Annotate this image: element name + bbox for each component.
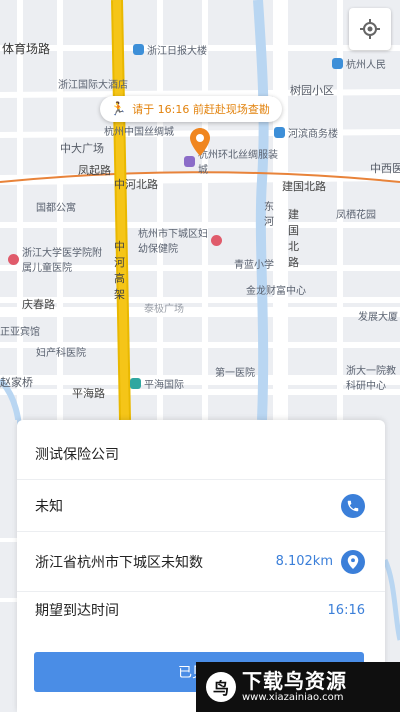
hospital-icon xyxy=(211,234,222,246)
row-contact[interactable]: 未知 xyxy=(17,480,385,532)
building-icon xyxy=(332,58,343,69)
watermark-url: www.xiazainiao.com xyxy=(242,692,344,703)
call-button[interactable] xyxy=(341,493,365,518)
label-zhonghe-beilu: 中河北路 xyxy=(114,178,158,191)
locate-button[interactable] xyxy=(349,8,391,50)
building-icon xyxy=(133,44,144,55)
label-pinghai-lu: 平海路 xyxy=(72,387,105,400)
row-address[interactable]: 浙江省杭州市下城区未知数 8.102km xyxy=(17,532,385,592)
runner-icon: 🏃 xyxy=(110,101,127,117)
map-pin-icon xyxy=(190,128,210,156)
watermark-title: 下载鸟资源 xyxy=(242,669,347,693)
poi-zhengya[interactable]: 正亚宾馆 xyxy=(0,323,40,338)
locate-icon xyxy=(360,19,380,39)
contact-name: 未知 xyxy=(35,498,63,515)
poi-hangzhou-hospital[interactable]: 杭州人民 xyxy=(332,56,386,71)
label-jianguo-beilu: 建国北路 xyxy=(282,180,326,193)
row-company: 测试保险公司 xyxy=(17,428,385,480)
poi-hebin[interactable]: 河滨商务楼 xyxy=(274,125,338,140)
poi-fazhan[interactable]: 发展大厦 xyxy=(358,308,398,323)
poi-zhejiang-univ[interactable]: 浙大一院教科研中心 xyxy=(346,362,398,392)
expected-time-value: 16:16 xyxy=(327,602,365,618)
poi-jinlong[interactable]: 金龙财富中心 xyxy=(246,282,306,297)
label-fengqi-lu: 凤起路 xyxy=(78,164,111,177)
metro-icon xyxy=(130,378,141,389)
label-tiyuchang-lu: 体育场路 xyxy=(2,42,51,56)
poi-xiacheng-hospital[interactable]: 杭州市下城区妇幼保健院 xyxy=(138,225,222,255)
address: 浙江省杭州市下城区未知数 xyxy=(35,554,203,571)
poi-diyi[interactable]: 第一医院 xyxy=(215,364,255,379)
poi-zhejiang-children[interactable]: 浙江大学医学院附属儿童医院 xyxy=(8,244,102,274)
deadline-callout: 🏃 请于 16:16 前赶赴现场查勘 xyxy=(100,96,282,122)
poi-guodu[interactable]: 国都公寓 xyxy=(36,199,76,214)
label-qingchun-lu: 庆春路 xyxy=(22,298,55,311)
label-zhongxi: 中西医 xyxy=(370,162,400,175)
poi-fengqi-garden[interactable]: 凤栖花园 xyxy=(336,206,376,221)
location-pin[interactable] xyxy=(190,128,210,160)
poi-zhejiang-hotel[interactable]: 浙江国际大酒店 xyxy=(58,76,128,91)
poi-taiji-square[interactable]: 泰极广场 xyxy=(144,300,184,315)
building-icon xyxy=(274,127,285,138)
company-name: 测试保险公司 xyxy=(35,446,119,463)
label-shuyuan: 树园小区 xyxy=(290,84,334,97)
label-jianguo-vertical: 建国北路 xyxy=(288,208,299,269)
label-donghe: 东河 xyxy=(264,202,274,228)
row-expected-time: 期望到达时间 16:16 xyxy=(17,584,385,636)
label-zhongda-square: 中大广场 xyxy=(60,142,104,155)
expected-time-label: 期望到达时间 xyxy=(35,603,119,619)
hospital-icon xyxy=(8,253,19,265)
location-marker-icon xyxy=(347,554,359,569)
poi-silk-city[interactable]: 杭州中国丝绸城 xyxy=(104,123,174,138)
navigate-button[interactable] xyxy=(341,549,365,574)
label-zhonghe-gaojia: 中河高架 xyxy=(114,240,125,301)
poi-pinghai-intl[interactable]: 平海国际 xyxy=(130,376,184,391)
label-zhaojia: 赵家桥 xyxy=(0,376,33,389)
phone-icon xyxy=(347,500,359,511)
poi-qinglan[interactable]: 青蓝小学 xyxy=(234,256,274,271)
watermark-logo: 鸟 xyxy=(206,672,236,702)
poi-fuchan[interactable]: 妇产科医院 xyxy=(36,344,86,359)
distance: 8.102km xyxy=(275,554,333,569)
poi-zhejiang-ribao[interactable]: 浙江日报大楼 xyxy=(133,42,207,57)
distance-group: 8.102km xyxy=(275,549,365,574)
watermark: 鸟 下载鸟资源 www.xiazainiao.com xyxy=(196,662,400,712)
watermark-text: 下载鸟资源 www.xiazainiao.com xyxy=(242,670,347,704)
